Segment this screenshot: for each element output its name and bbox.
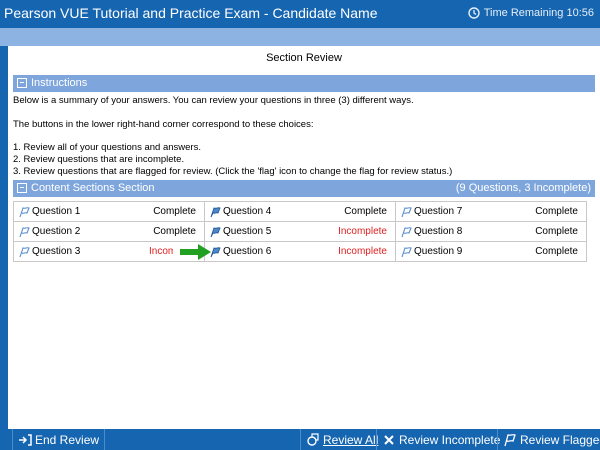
question-label[interactable]: Question 2 bbox=[32, 226, 80, 237]
end-review-label: End Review bbox=[35, 432, 100, 447]
review-flagged-label: Review Flagged bbox=[520, 432, 600, 447]
flag-icon[interactable] bbox=[209, 226, 221, 238]
question-cell[interactable]: Question 8 Complete bbox=[396, 222, 586, 242]
content-section-header[interactable]: Content Sections Section (9 Questions, 3… bbox=[13, 180, 595, 197]
app-title: Pearson VUE Tutorial and Practice Exam -… bbox=[4, 5, 378, 21]
question-cell[interactable]: Question 5 Incomplete bbox=[205, 222, 396, 242]
question-status: Complete bbox=[344, 206, 387, 217]
question-status: Complete bbox=[535, 206, 578, 217]
flag-icon bbox=[504, 433, 516, 446]
instructions-line-4: 2. Review questions that are incomplete. bbox=[13, 154, 185, 165]
review-flagged-button[interactable]: Review Flagged bbox=[497, 429, 600, 450]
x-mark-icon bbox=[384, 434, 394, 445]
question-label[interactable]: Question 4 bbox=[223, 206, 271, 217]
review-all-icon bbox=[307, 432, 319, 446]
question-label[interactable]: Question 7 bbox=[414, 206, 462, 217]
title-bar: Pearson VUE Tutorial and Practice Exam -… bbox=[0, 0, 600, 28]
flag-icon[interactable] bbox=[18, 226, 30, 238]
collapse-icon[interactable] bbox=[17, 78, 27, 88]
flag-icon[interactable] bbox=[400, 226, 412, 238]
review-incomplete-label: Review Incomplete bbox=[399, 432, 501, 447]
question-cell[interactable]: Question 6 Incomplete bbox=[205, 242, 396, 261]
exit-arrow-icon bbox=[19, 433, 32, 446]
question-cell[interactable]: Question 1 Complete bbox=[14, 202, 205, 222]
question-label[interactable]: Question 5 bbox=[223, 226, 271, 237]
question-cell[interactable]: Question 4 Complete bbox=[205, 202, 396, 222]
question-label[interactable]: Question 6 bbox=[223, 246, 271, 257]
instructions-line-3: 1. Review all of your questions and answ… bbox=[13, 142, 201, 153]
end-review-button[interactable]: End Review bbox=[12, 429, 106, 450]
question-label[interactable]: Question 1 bbox=[32, 206, 80, 217]
question-status: Incomplete bbox=[338, 246, 387, 257]
content-section-label: Content Sections Section bbox=[31, 182, 155, 194]
review-incomplete-button[interactable]: Review Incomplete bbox=[376, 429, 505, 450]
flag-icon[interactable] bbox=[400, 206, 412, 218]
question-status: Complete bbox=[535, 246, 578, 257]
flag-icon[interactable] bbox=[400, 246, 412, 258]
question-status: Complete bbox=[153, 226, 196, 237]
flag-icon[interactable] bbox=[209, 206, 221, 218]
instructions-header[interactable]: Instructions bbox=[13, 75, 595, 92]
bottom-toolbar: End Review Review All Review Incomplete … bbox=[0, 429, 600, 450]
toolbar-strip bbox=[0, 28, 600, 46]
question-status: Incomplete bbox=[149, 246, 173, 257]
collapse-icon[interactable] bbox=[17, 183, 27, 193]
question-label[interactable]: Question 8 bbox=[414, 226, 462, 237]
instructions-line-2: The buttons in the lower right-hand corn… bbox=[13, 119, 314, 130]
section-review-panel: Section Review Instructions Below is a s… bbox=[8, 46, 600, 429]
question-label[interactable]: Question 3 bbox=[32, 246, 80, 257]
flag-icon[interactable] bbox=[18, 206, 30, 218]
question-cell[interactable]: Question 2 Complete bbox=[14, 222, 205, 242]
question-cell[interactable]: Question 9 Complete bbox=[396, 242, 586, 261]
green-arrow-icon bbox=[180, 244, 211, 260]
instructions-header-label: Instructions bbox=[31, 77, 88, 89]
question-status: Complete bbox=[535, 226, 578, 237]
instructions-line-1: Below is a summary of your answers. You … bbox=[13, 95, 414, 106]
clock-icon bbox=[468, 7, 480, 19]
question-cell[interactable]: Question 7 Complete bbox=[396, 202, 586, 222]
question-status: Incomplete bbox=[338, 226, 387, 237]
review-all-button[interactable]: Review All bbox=[300, 429, 383, 450]
review-all-label: Review All bbox=[323, 432, 379, 447]
question-status: Complete bbox=[153, 206, 196, 217]
content-section-summary: (9 Questions, 3 Incomplete) bbox=[455, 182, 591, 194]
instructions-line-5: 3. Review questions that are flagged for… bbox=[13, 166, 453, 177]
timer-text: Time Remaining 10:56 bbox=[483, 7, 594, 19]
question-label[interactable]: Question 9 bbox=[414, 246, 462, 257]
time-remaining: Time Remaining 10:56 bbox=[468, 7, 594, 19]
flag-icon[interactable] bbox=[18, 246, 30, 258]
page-title: Section Review bbox=[266, 52, 342, 64]
question-grid: Question 1 Complete Question 4 Complete Ques… bbox=[13, 201, 587, 262]
question-cell[interactable]: Question 3 Incomplete bbox=[14, 242, 205, 261]
